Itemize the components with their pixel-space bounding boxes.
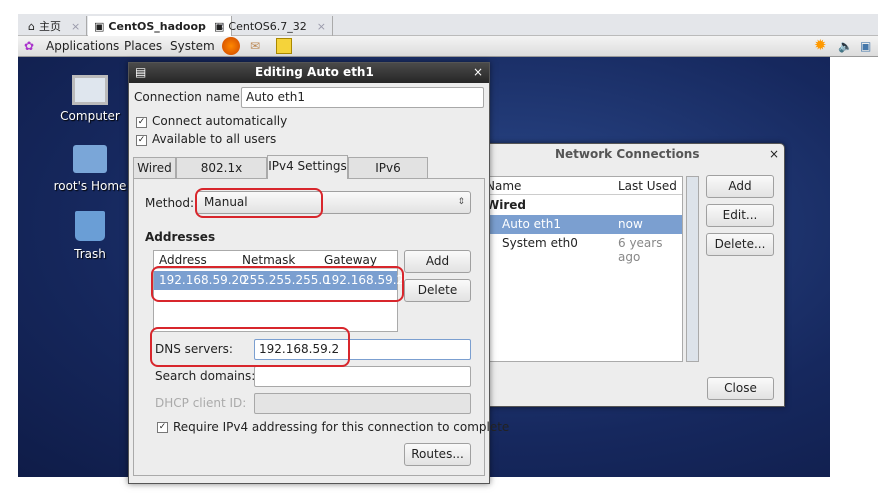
- firefox-icon[interactable]: [222, 37, 240, 55]
- dhcp-client-id-input: [254, 393, 471, 414]
- close-icon[interactable]: ×: [769, 147, 779, 161]
- volume-icon[interactable]: 🔈: [838, 39, 853, 53]
- connections-list[interactable]: Name Last Used Wired Auto eth1 now System…: [475, 176, 683, 362]
- tab-wired[interactable]: Wired: [133, 157, 176, 179]
- close-icon[interactable]: ×: [317, 20, 326, 33]
- trash-icon: [75, 211, 105, 241]
- add-address-button[interactable]: Add: [404, 250, 471, 273]
- method-label: Method:: [145, 196, 195, 210]
- vm-tab-home[interactable]: ⌂ 主页 ×: [22, 16, 88, 36]
- gnome-panel: ✿ Applications Places System ✉ ✹ 🔈 ▣: [18, 36, 878, 57]
- connection-name-label: Connection name:: [134, 90, 244, 104]
- list-item[interactable]: Auto eth1 now: [476, 215, 682, 234]
- gnome-logo-icon: ✿: [24, 39, 35, 53]
- annotation-address: [151, 266, 404, 302]
- delete-button[interactable]: Delete...: [706, 233, 774, 256]
- column-netmask[interactable]: Netmask: [242, 253, 295, 267]
- vm-icon: ▣: [94, 19, 105, 33]
- network-connections-window: Network Connections × Name Last Used Wir…: [470, 143, 785, 407]
- require-ipv4-checkbox[interactable]: ✓: [157, 422, 168, 433]
- update-icon[interactable]: ✹: [814, 36, 827, 54]
- close-icon[interactable]: ×: [71, 20, 80, 33]
- desktop-icon-home[interactable]: root's Home: [50, 145, 130, 193]
- menu-places[interactable]: Places: [124, 39, 162, 53]
- chevron-updown-icon: ⇕: [457, 197, 465, 207]
- mail-icon[interactable]: ✉: [250, 39, 260, 53]
- desktop-icon-trash[interactable]: Trash: [50, 211, 130, 261]
- column-gateway[interactable]: Gateway: [324, 253, 377, 267]
- tab-ipv6-settings[interactable]: IPv6 Settings: [348, 157, 428, 195]
- menu-system[interactable]: System: [170, 39, 215, 53]
- available-all-users-checkbox[interactable]: ✓: [136, 135, 147, 146]
- dialog-title: Editing Auto eth1: [255, 65, 374, 79]
- desktop-icon-computer[interactable]: Computer: [50, 75, 130, 123]
- column-address[interactable]: Address: [159, 253, 207, 267]
- addresses-heading: Addresses: [145, 230, 216, 244]
- connection-name-input[interactable]: Auto eth1: [241, 87, 484, 108]
- notes-icon[interactable]: [276, 38, 292, 54]
- menu-applications[interactable]: Applications: [46, 39, 119, 53]
- tab-ipv4-settings[interactable]: IPv4 Settings: [267, 155, 348, 179]
- home-folder-icon: [73, 145, 107, 173]
- delete-address-button[interactable]: Delete: [404, 279, 471, 302]
- window-icon: ▤: [135, 65, 147, 79]
- annotation-dns: [150, 327, 350, 367]
- network-icon[interactable]: ▣: [860, 39, 871, 53]
- vm-icon: ▣: [214, 19, 225, 33]
- group-wired: Wired: [486, 198, 526, 212]
- dhcp-client-id-label: DHCP client ID:: [155, 396, 247, 410]
- home-icon: ⌂: [28, 19, 35, 33]
- title-bar: ▤ Editing Auto eth1 ×: [129, 63, 489, 83]
- column-last-used[interactable]: Last Used: [618, 179, 677, 193]
- require-ipv4-label: Require IPv4 addressing for this connect…: [173, 420, 510, 434]
- available-all-users-label: Available to all users: [152, 132, 277, 146]
- connect-automatically-label: Connect automatically: [152, 114, 288, 128]
- edit-button[interactable]: Edit...: [706, 204, 774, 227]
- connect-automatically-checkbox[interactable]: ✓: [136, 117, 147, 128]
- vm-tab-bar: ⌂ 主页 × ▣ CentOS_hadoop × ▣ CentOS6.7_32 ×: [18, 14, 878, 36]
- search-domains-label: Search domains:: [155, 369, 256, 383]
- routes-button[interactable]: Routes...: [404, 443, 471, 466]
- close-icon[interactable]: ×: [473, 65, 483, 79]
- close-button[interactable]: Close: [707, 377, 774, 400]
- scrollbar[interactable]: [686, 176, 699, 362]
- tab-8021x-security[interactable]: 802.1x Security: [176, 157, 267, 195]
- computer-icon: [72, 75, 108, 105]
- search-domains-input[interactable]: [254, 366, 471, 387]
- vm-tab-centos67[interactable]: ▣ CentOS6.7_32 ×: [208, 16, 333, 36]
- annotation-method: [195, 188, 323, 218]
- list-item[interactable]: System eth0 6 years ago: [476, 234, 682, 264]
- add-button[interactable]: Add: [706, 175, 774, 198]
- window-title: Network Connections: [555, 147, 700, 161]
